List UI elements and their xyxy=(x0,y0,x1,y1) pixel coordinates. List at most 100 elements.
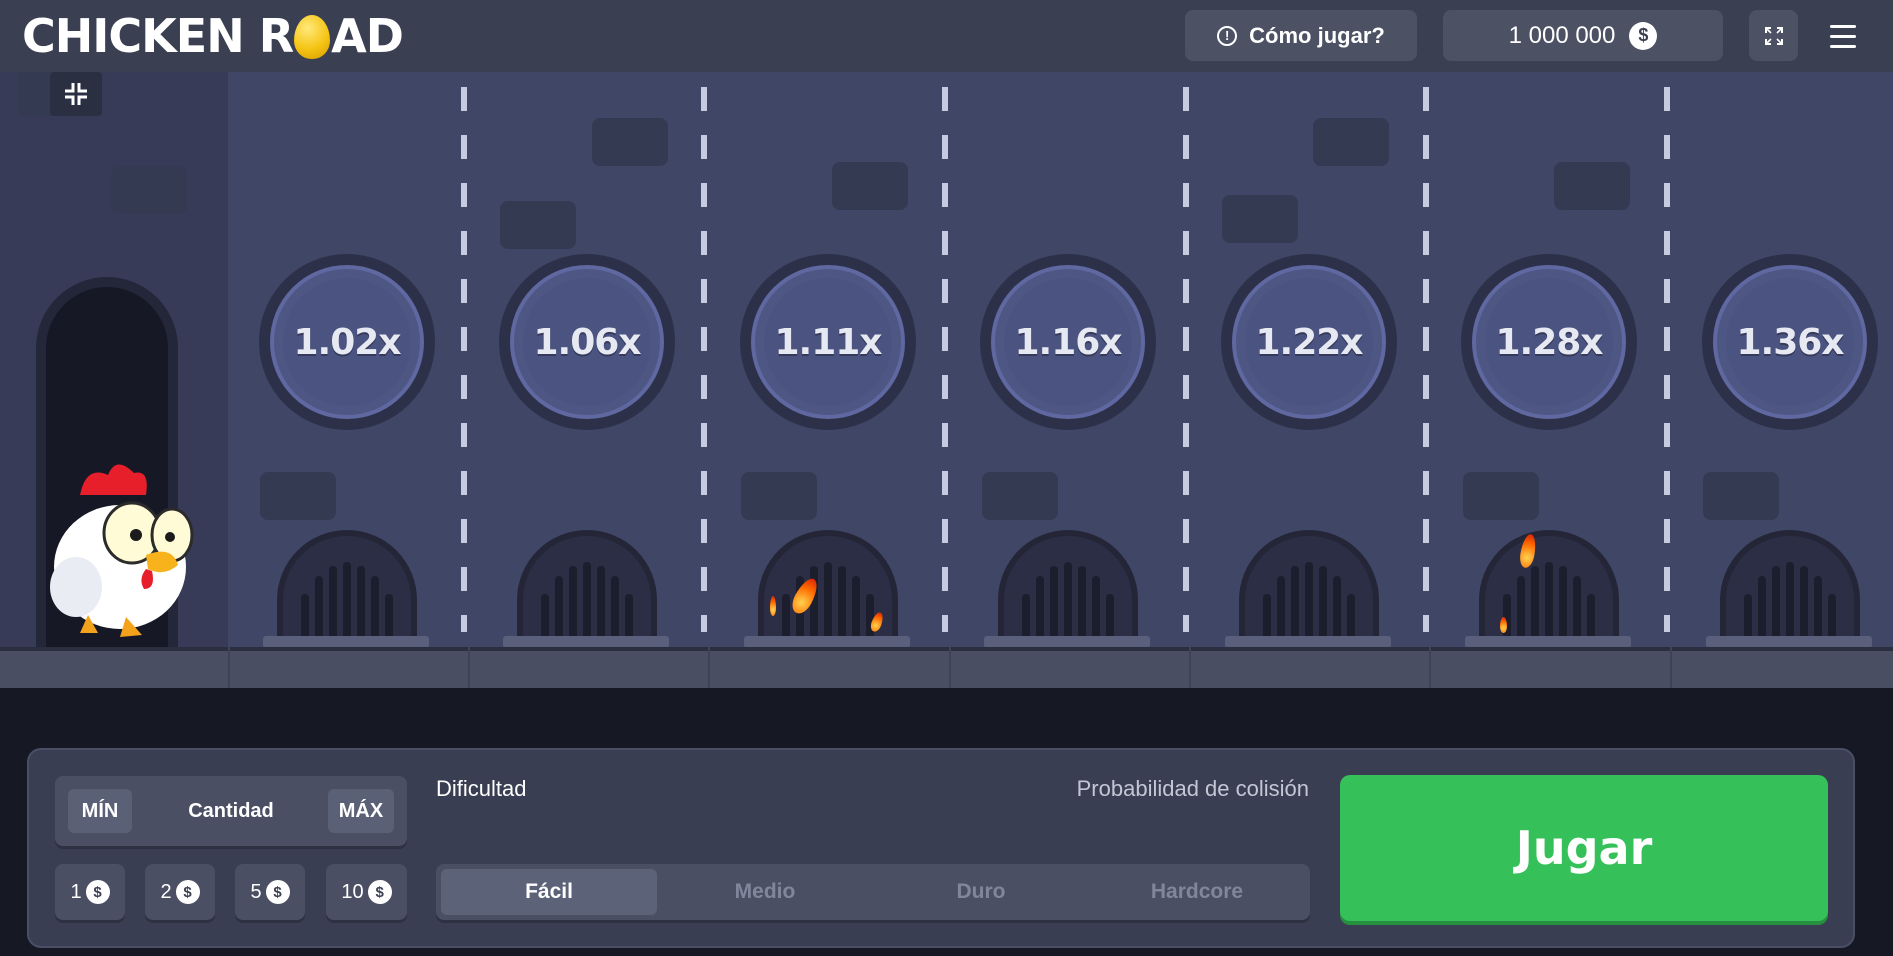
multiplier-lane-1[interactable]: 1.02x xyxy=(259,254,435,430)
game-scene: 1.02x 1.06x 1.11x 1.16x 1.22x 1.28x 1.36… xyxy=(0,72,1893,688)
road-segment xyxy=(1670,647,1672,688)
sewer-icon xyxy=(263,530,429,648)
sewer-bar xyxy=(1064,562,1072,638)
play-button[interactable]: Jugar xyxy=(1340,775,1828,921)
sewer-bar xyxy=(541,594,549,638)
sewer-bar xyxy=(1828,594,1836,638)
sewer-bar xyxy=(1347,594,1355,638)
logo-text-start: CHICKEN R xyxy=(22,9,294,63)
sewer-bar xyxy=(1786,562,1794,638)
road-segment xyxy=(949,647,951,688)
sewer-bar xyxy=(371,576,379,638)
lane-divider xyxy=(701,87,707,632)
difficulty-hard-tab[interactable]: Duro xyxy=(873,869,1089,915)
quick-bet-value: 5 xyxy=(250,880,262,903)
bet-amount-input[interactable]: Cantidad xyxy=(155,789,307,833)
sewer-arch xyxy=(998,530,1138,640)
lane-divider xyxy=(1183,87,1189,632)
multiplier-lane-4[interactable]: 1.16x xyxy=(980,254,1156,430)
multiplier-ring: 1.28x xyxy=(1472,265,1626,419)
sewer-icon xyxy=(984,530,1150,648)
lane-divider xyxy=(942,87,948,632)
quick-bet-value: 2 xyxy=(160,880,172,903)
sewer-bar xyxy=(1319,566,1327,638)
multiplier-ring: 1.16x xyxy=(991,265,1145,419)
max-bet-button[interactable]: MÁX xyxy=(328,789,394,833)
collapse-icon xyxy=(65,83,87,105)
sewer-arch xyxy=(517,530,657,640)
menu-icon-line xyxy=(1830,34,1856,38)
multiplier-ring: 1.22x xyxy=(1232,265,1386,419)
multiplier-value: 1.22x xyxy=(1245,278,1373,406)
difficulty-medium-tab[interactable]: Medio xyxy=(657,869,873,915)
sewer-arch xyxy=(1720,530,1860,640)
min-bet-button[interactable]: MÍN xyxy=(68,789,132,833)
brick xyxy=(982,472,1058,520)
fullscreen-button[interactable] xyxy=(1749,10,1798,61)
difficulty-easy-tab[interactable]: Fácil xyxy=(441,869,657,915)
how-to-play-button[interactable]: ! Cómo jugar? xyxy=(1185,10,1417,61)
sewer-bar xyxy=(1106,594,1114,638)
coin-icon: $ xyxy=(85,880,110,904)
multiplier-lane-7[interactable]: 1.36x xyxy=(1702,254,1878,430)
quick-bet-2-button[interactable]: 2 $ xyxy=(145,864,215,920)
road-segment xyxy=(228,647,230,688)
coin-icon: $ xyxy=(1629,21,1658,50)
brick xyxy=(500,201,576,249)
how-to-play-label: Cómo jugar? xyxy=(1249,22,1385,48)
sewer-icon xyxy=(1465,530,1631,648)
game-logo: CHICKEN R AD xyxy=(22,8,404,64)
collapse-button[interactable] xyxy=(50,72,102,116)
balance-display: 1 000 000 $ xyxy=(1443,10,1723,61)
sewer-bar xyxy=(1517,576,1525,638)
brick xyxy=(1554,162,1630,210)
sewer-bar xyxy=(611,576,619,638)
sewer-bar xyxy=(583,562,591,638)
sewer-bar xyxy=(1559,566,1567,638)
sewer-bar xyxy=(1078,566,1086,638)
menu-button[interactable] xyxy=(1818,14,1868,58)
difficulty-hardcore-tab[interactable]: Hardcore xyxy=(1089,869,1305,915)
multiplier-lane-3[interactable]: 1.11x xyxy=(740,254,916,430)
control-panel: MÍN Cantidad MÁX 1 $ 2 $ 5 $ 10 $ Dificultad… xyxy=(27,748,1855,948)
multiplier-lane-6[interactable]: 1.28x xyxy=(1461,254,1637,430)
brick xyxy=(1222,195,1298,243)
sewer-bar xyxy=(824,562,832,638)
difficulty-label: Dificultad xyxy=(436,776,527,801)
lane-divider xyxy=(1664,87,1670,632)
multiplier-value: 1.36x xyxy=(1726,278,1854,406)
sewer-bar xyxy=(1573,576,1581,638)
multiplier-lane-2[interactable]: 1.06x xyxy=(499,254,675,430)
road-segment xyxy=(468,647,470,688)
sewer-bar xyxy=(1022,594,1030,638)
multiplier-ring: 1.06x xyxy=(510,265,664,419)
sewer-bar xyxy=(1277,576,1285,638)
multiplier-value: 1.11x xyxy=(764,278,892,406)
road xyxy=(0,647,1893,688)
brick xyxy=(111,166,187,214)
bet-amount-field: MÍN Cantidad MÁX xyxy=(55,776,407,846)
menu-icon-line xyxy=(1830,44,1856,48)
collision-probability-label: Probabilidad de colisión xyxy=(1076,776,1309,801)
sewer-bar xyxy=(1050,566,1058,638)
coin-icon: $ xyxy=(265,880,290,904)
sewer-bar xyxy=(625,594,633,638)
multiplier-lane-5[interactable]: 1.22x xyxy=(1221,254,1397,430)
brick xyxy=(1463,472,1539,520)
sewer-bar xyxy=(1814,576,1822,638)
quick-bet-10-button[interactable]: 10 $ xyxy=(326,864,407,920)
brick xyxy=(741,472,817,520)
sewer-icon xyxy=(1706,530,1872,648)
road-segment xyxy=(708,647,710,688)
sewer-bar xyxy=(1800,566,1808,638)
sewer-bar xyxy=(1291,566,1299,638)
quick-bet-5-button[interactable]: 5 $ xyxy=(235,864,305,920)
brick xyxy=(1313,118,1389,166)
brick xyxy=(260,472,336,520)
quick-bet-1-button[interactable]: 1 $ xyxy=(55,864,125,920)
road-segment xyxy=(1429,647,1431,688)
brick xyxy=(592,118,668,166)
lane-divider xyxy=(461,87,467,632)
sewer-bar xyxy=(1092,576,1100,638)
sewer-bar xyxy=(1545,562,1553,638)
